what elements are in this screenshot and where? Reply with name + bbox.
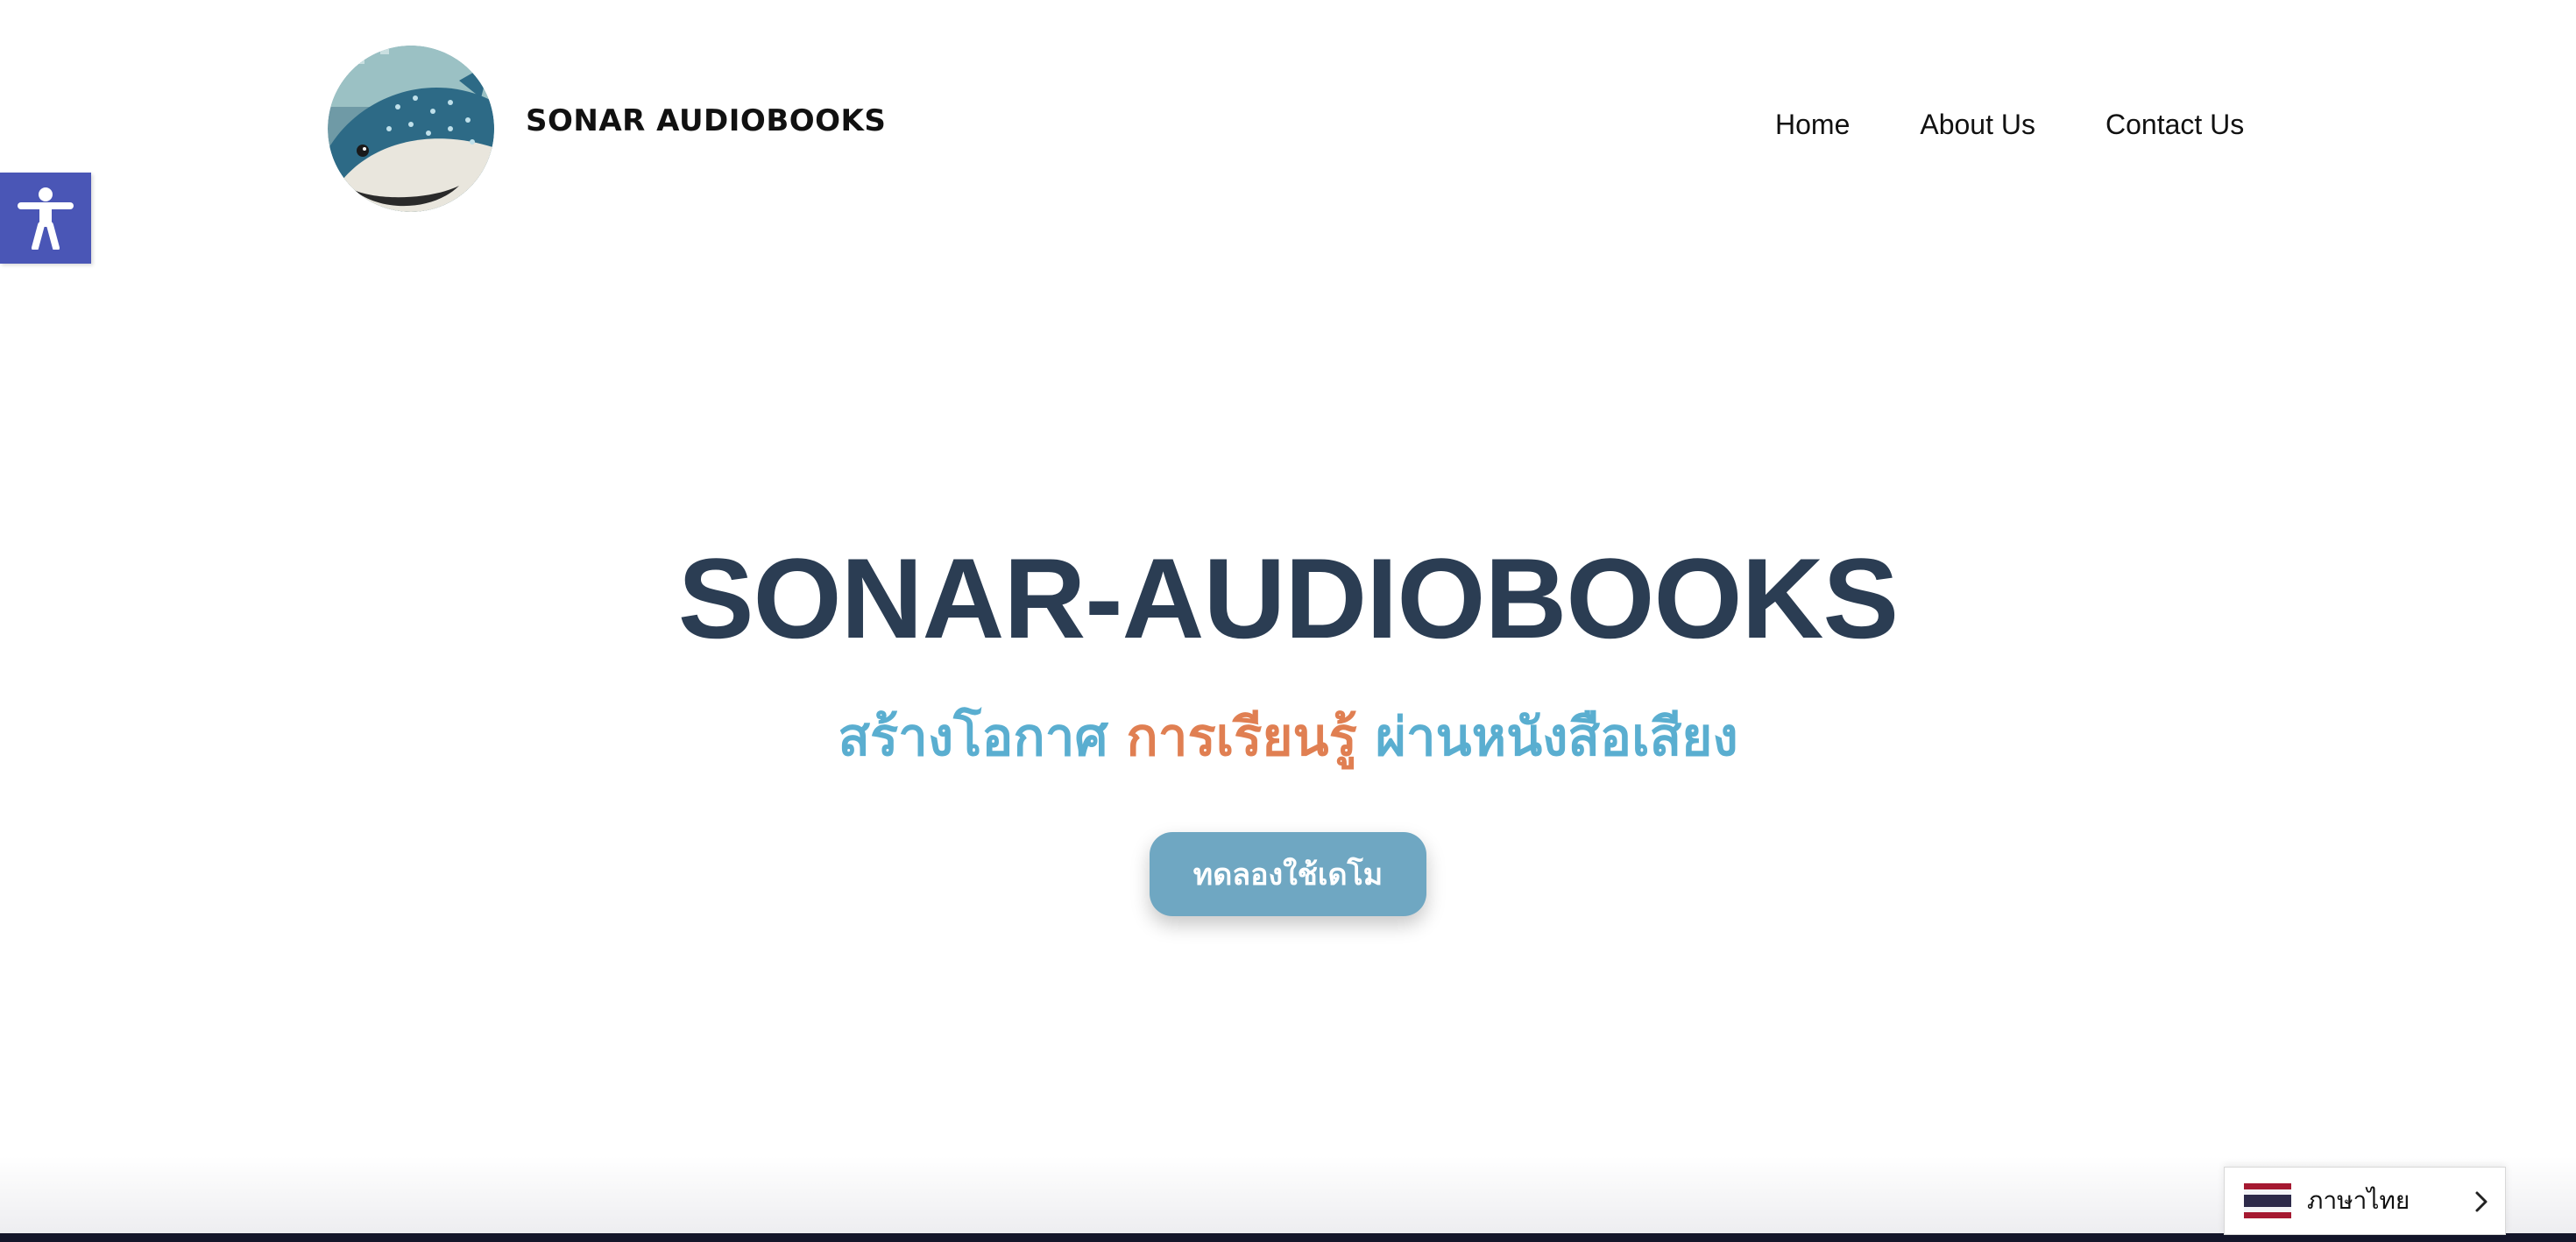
- subtitle-part-opportunity: สร้างโอกาศ: [838, 707, 1108, 768]
- hero-subtitle: สร้างโอกาศ การเรียนรู้ ผ่านหนังสือเสียง: [0, 701, 2576, 774]
- whale-shark-logo-icon: [328, 46, 494, 212]
- page: SONAR AUDIOBOOKS Home About Us Contact U…: [0, 0, 2576, 1242]
- bottom-fade: [0, 1156, 2576, 1235]
- brand-name[interactable]: SONAR AUDIOBOOKS: [526, 103, 886, 138]
- chevron-right-icon: [2475, 1191, 2488, 1212]
- logo-link[interactable]: [328, 46, 494, 212]
- main-nav: Home About Us Contact Us: [1775, 109, 2244, 141]
- language-label: ภาษาไทย: [2307, 1186, 2410, 1215]
- bottom-dark-strip: [0, 1233, 2576, 1242]
- subtitle-part-audiobooks: ผ่านหนังสือเสียง: [1375, 707, 1738, 768]
- thai-flag-icon: [2244, 1183, 2291, 1218]
- accessibility-person-icon: [18, 187, 74, 250]
- hero-title: SONAR-AUDIOBOOKS: [677, 534, 1899, 662]
- nav-contact-link[interactable]: Contact Us: [2105, 109, 2244, 141]
- nav-about-link[interactable]: About Us: [1920, 109, 2035, 141]
- language-switcher[interactable]: ภาษาไทย: [2224, 1167, 2506, 1235]
- nav-home-link[interactable]: Home: [1775, 109, 1850, 141]
- try-demo-button[interactable]: ทดลองใช้เดโม: [1150, 832, 1426, 916]
- subtitle-part-learning: การเรียนรู้: [1126, 707, 1357, 768]
- accessibility-button[interactable]: [0, 173, 91, 264]
